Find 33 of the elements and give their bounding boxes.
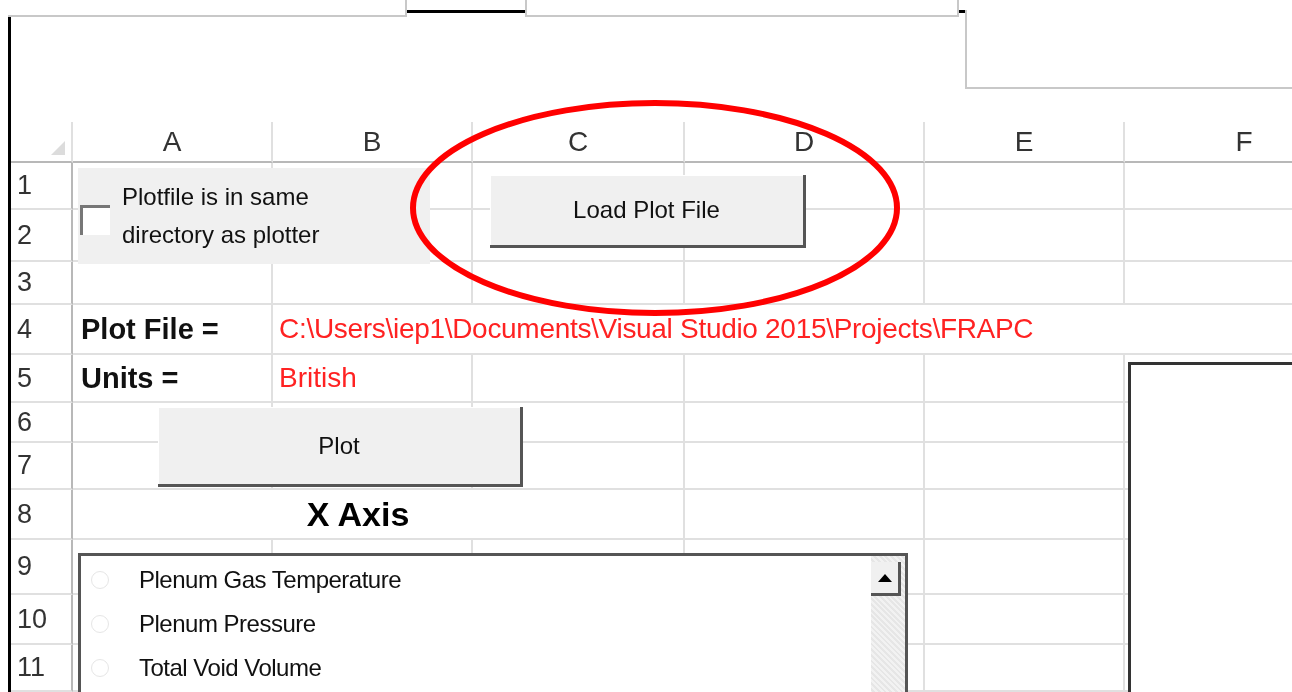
row-header[interactable]: 7 <box>11 443 73 490</box>
list-option[interactable]: Plenum Gas Temperature <box>81 558 651 602</box>
list-option[interactable]: Total Void Volume <box>81 646 651 690</box>
list-option[interactable]: Plenum Pressure <box>81 602 651 646</box>
column-header[interactable]: F <box>1125 122 1292 163</box>
row-header[interactable]: 9 <box>11 540 73 595</box>
column-header[interactable]: C <box>473 122 685 163</box>
scroll-up-button[interactable] <box>871 562 901 596</box>
units-value: British <box>273 355 473 403</box>
row-header[interactable]: 11 <box>11 645 73 692</box>
load-plot-file-button[interactable]: Load Plot File <box>490 175 806 248</box>
row-header[interactable]: 1 <box>11 163 73 210</box>
row-header[interactable]: 8 <box>11 490 73 540</box>
column-header[interactable]: E <box>925 122 1125 163</box>
row-header[interactable]: 5 <box>11 355 73 403</box>
row-header[interactable]: 4 <box>11 305 73 355</box>
plot-button[interactable]: Plot <box>158 407 523 487</box>
select-all-icon[interactable] <box>51 141 65 155</box>
row-header[interactable]: 6 <box>11 403 73 443</box>
option-label: Plenum Pressure <box>139 610 316 638</box>
row-header[interactable]: 3 <box>11 262 73 305</box>
scrollbar[interactable] <box>871 556 905 692</box>
up-arrow-icon <box>877 573 892 582</box>
row-header[interactable]: 10 <box>11 595 73 645</box>
option-label: Total Void Volume <box>139 654 322 682</box>
x-axis-title: X Axis <box>73 490 685 540</box>
column-header[interactable]: D <box>685 122 925 163</box>
column-header[interactable]: B <box>273 122 473 163</box>
option-label: Plenum Gas Temperature <box>139 566 402 594</box>
column-header[interactable]: A <box>73 122 273 163</box>
row-header[interactable]: 2 <box>11 210 73 262</box>
checkbox-label[interactable]: Plotfile is in same directory as plotter <box>122 178 392 254</box>
checkbox[interactable] <box>80 205 110 235</box>
